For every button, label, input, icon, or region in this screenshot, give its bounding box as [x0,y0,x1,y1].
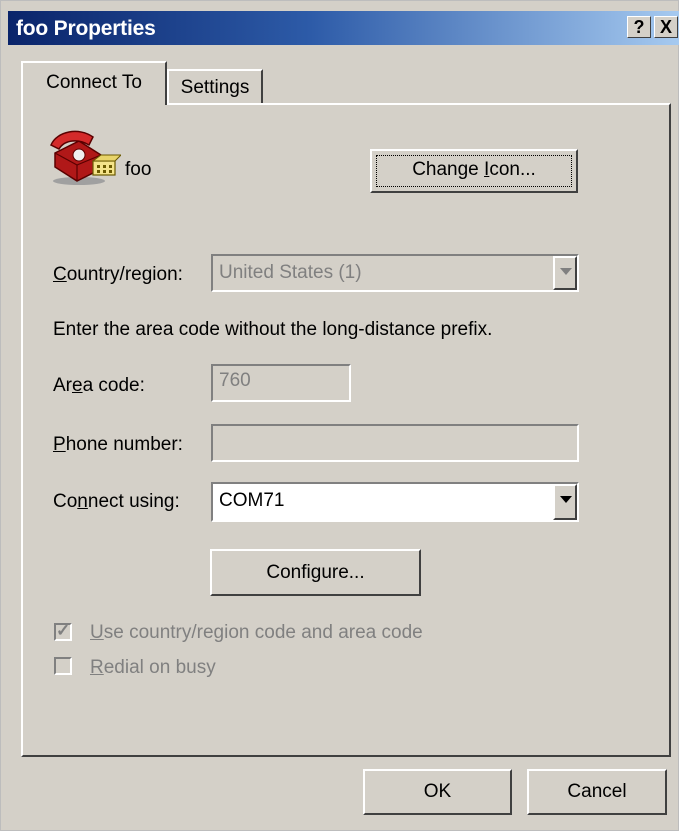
tab-settings-label: Settings [180,77,250,98]
properties-dialog: foo Properties ? X Connect To Settings f… [0,0,679,831]
window-title: foo Properties [16,17,156,40]
connect-to-panel [21,103,671,757]
tab-settings[interactable]: Settings [167,69,263,103]
close-button[interactable]: X [654,16,678,38]
ok-button[interactable]: OK [363,769,512,815]
cancel-button[interactable]: Cancel [527,769,667,815]
cancel-button-label: Cancel [567,781,627,802]
tab-connect-to-label: Connect To [46,72,142,93]
ok-button-label: OK [423,781,452,802]
telephone-icon [50,130,121,185]
title-bar[interactable]: foo Properties ? X [8,11,679,45]
help-button[interactable]: ? [627,16,651,38]
tab-connect-to[interactable]: Connect To [21,61,167,105]
